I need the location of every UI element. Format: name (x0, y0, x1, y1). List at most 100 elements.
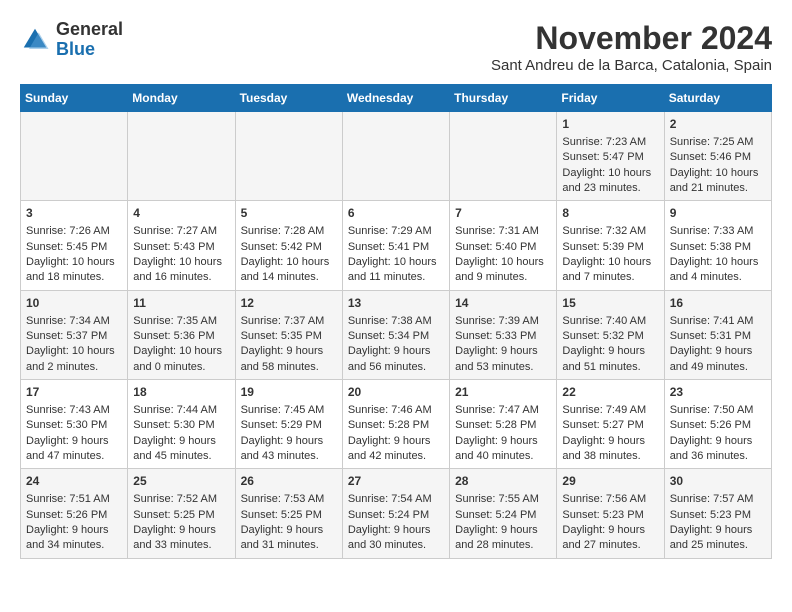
day-info: Sunset: 5:46 PM (670, 150, 766, 165)
day-info: Sunset: 5:33 PM (455, 329, 551, 344)
day-info: Sunrise: 7:32 AM (562, 224, 658, 239)
day-info: Sunset: 5:23 PM (562, 508, 658, 523)
day-info: Sunset: 5:31 PM (670, 329, 766, 344)
weekday-header-monday: Monday (128, 85, 235, 112)
day-number: 11 (133, 295, 229, 312)
calendar-cell: 25Sunrise: 7:52 AMSunset: 5:25 PMDayligh… (128, 469, 235, 558)
day-info: Sunrise: 7:25 AM (670, 135, 766, 150)
day-info: Sunrise: 7:29 AM (348, 224, 444, 239)
day-number: 19 (241, 384, 337, 401)
day-info: Daylight: 9 hours and 43 minutes. (241, 434, 337, 465)
day-info: Sunrise: 7:44 AM (133, 403, 229, 418)
title-block: November 2024 Sant Andreu de la Barca, C… (491, 20, 772, 74)
day-info: Sunrise: 7:52 AM (133, 492, 229, 507)
logo-general-text: General (56, 19, 123, 39)
day-info: Sunset: 5:37 PM (26, 329, 122, 344)
weekday-header-thursday: Thursday (450, 85, 557, 112)
day-info: Daylight: 9 hours and 47 minutes. (26, 434, 122, 465)
day-info: Sunrise: 7:50 AM (670, 403, 766, 418)
day-info: Sunrise: 7:40 AM (562, 314, 658, 329)
calendar-cell: 4Sunrise: 7:27 AMSunset: 5:43 PMDaylight… (128, 201, 235, 290)
day-info: Sunset: 5:28 PM (348, 418, 444, 433)
day-info: Sunset: 5:35 PM (241, 329, 337, 344)
day-number: 4 (133, 205, 229, 222)
calendar-week-row: 17Sunrise: 7:43 AMSunset: 5:30 PMDayligh… (21, 380, 772, 469)
day-number: 13 (348, 295, 444, 312)
day-info: Daylight: 10 hours and 4 minutes. (670, 255, 766, 286)
calendar-cell: 23Sunrise: 7:50 AMSunset: 5:26 PMDayligh… (664, 380, 771, 469)
day-info: Daylight: 9 hours and 53 minutes. (455, 344, 551, 375)
day-info: Daylight: 9 hours and 42 minutes. (348, 434, 444, 465)
weekday-header-friday: Friday (557, 85, 664, 112)
day-info: Sunrise: 7:23 AM (562, 135, 658, 150)
calendar-cell: 29Sunrise: 7:56 AMSunset: 5:23 PMDayligh… (557, 469, 664, 558)
day-info: Sunrise: 7:56 AM (562, 492, 658, 507)
calendar-cell: 14Sunrise: 7:39 AMSunset: 5:33 PMDayligh… (450, 290, 557, 379)
day-number: 7 (455, 205, 551, 222)
day-info: Daylight: 10 hours and 2 minutes. (26, 344, 122, 375)
day-number: 28 (455, 473, 551, 490)
day-info: Sunrise: 7:51 AM (26, 492, 122, 507)
day-number: 18 (133, 384, 229, 401)
calendar-cell: 10 Sunrise: 7:34 AMSunset: 5:37 PMDayligh… (21, 290, 128, 379)
calendar-cell: 12Sunrise: 7:37 AMSunset: 5:35 PMDayligh… (235, 290, 342, 379)
calendar-table: SundayMondayTuesdayWednesdayThursdayFrid… (20, 84, 772, 559)
calendar-cell (235, 112, 342, 201)
day-info: Sunrise: 7:38 AM (348, 314, 444, 329)
day-info: Sunset: 5:43 PM (133, 240, 229, 255)
day-info: Sunrise: 7:31 AM (455, 224, 551, 239)
calendar-week-row: 1Sunrise: 7:23 AMSunset: 5:47 PMDaylight… (21, 112, 772, 201)
day-number: 15 (562, 295, 658, 312)
day-info: Sunset: 5:39 PM (562, 240, 658, 255)
calendar-cell: 27Sunrise: 7:54 AMSunset: 5:24 PMDayligh… (342, 469, 449, 558)
calendar-cell: 30Sunrise: 7:57 AMSunset: 5:23 PMDayligh… (664, 469, 771, 558)
day-info: Daylight: 9 hours and 51 minutes. (562, 344, 658, 375)
day-number: 22 (562, 384, 658, 401)
day-number: 14 (455, 295, 551, 312)
day-info: Daylight: 9 hours and 25 minutes. (670, 523, 766, 554)
day-info: Sunrise: 7:33 AM (670, 224, 766, 239)
weekday-header-wednesday: Wednesday (342, 85, 449, 112)
day-info: Sunrise: 7:55 AM (455, 492, 551, 507)
day-info: Sunrise: 7:35 AM (133, 314, 229, 329)
day-info: Daylight: 10 hours and 16 minutes. (133, 255, 229, 286)
day-number: 12 (241, 295, 337, 312)
day-info: Sunrise: 7:26 AM (26, 224, 122, 239)
calendar-cell: 26Sunrise: 7:53 AMSunset: 5:25 PMDayligh… (235, 469, 342, 558)
location-subtitle: Sant Andreu de la Barca, Catalonia, Spai… (491, 57, 772, 74)
calendar-cell (342, 112, 449, 201)
calendar-cell (128, 112, 235, 201)
calendar-week-row: 24Sunrise: 7:51 AMSunset: 5:26 PMDayligh… (21, 469, 772, 558)
day-info: Daylight: 9 hours and 49 minutes. (670, 344, 766, 375)
day-info: Sunset: 5:23 PM (670, 508, 766, 523)
day-info: Sunset: 5:27 PM (562, 418, 658, 433)
day-info: Sunrise: 7:34 AM (26, 314, 122, 329)
day-number: 25 (133, 473, 229, 490)
day-info: Sunset: 5:25 PM (133, 508, 229, 523)
calendar-cell: 13Sunrise: 7:38 AMSunset: 5:34 PMDayligh… (342, 290, 449, 379)
day-info: Sunrise: 7:53 AM (241, 492, 337, 507)
logo-blue-text: Blue (56, 39, 95, 59)
day-number: 2 (670, 116, 766, 133)
calendar-cell: 6Sunrise: 7:29 AMSunset: 5:41 PMDaylight… (342, 201, 449, 290)
day-info: Sunrise: 7:43 AM (26, 403, 122, 418)
calendar-cell: 7Sunrise: 7:31 AMSunset: 5:40 PMDaylight… (450, 201, 557, 290)
day-info: Sunrise: 7:46 AM (348, 403, 444, 418)
calendar-cell: 5Sunrise: 7:28 AMSunset: 5:42 PMDaylight… (235, 201, 342, 290)
day-info: Sunrise: 7:37 AM (241, 314, 337, 329)
calendar-cell: 18Sunrise: 7:44 AMSunset: 5:30 PMDayligh… (128, 380, 235, 469)
calendar-cell: 9Sunrise: 7:33 AMSunset: 5:38 PMDaylight… (664, 201, 771, 290)
day-number: 10 (26, 295, 122, 312)
day-number: 5 (241, 205, 337, 222)
calendar-cell: 2Sunrise: 7:25 AMSunset: 5:46 PMDaylight… (664, 112, 771, 201)
day-number: 20 (348, 384, 444, 401)
day-info: Sunset: 5:29 PM (241, 418, 337, 433)
day-info: Sunset: 5:28 PM (455, 418, 551, 433)
day-info: Daylight: 10 hours and 7 minutes. (562, 255, 658, 286)
day-number: 16 (670, 295, 766, 312)
day-info: Daylight: 9 hours and 34 minutes. (26, 523, 122, 554)
day-info: Sunrise: 7:54 AM (348, 492, 444, 507)
logo-icon (20, 25, 50, 55)
day-info: Sunset: 5:41 PM (348, 240, 444, 255)
day-info: Daylight: 9 hours and 38 minutes. (562, 434, 658, 465)
